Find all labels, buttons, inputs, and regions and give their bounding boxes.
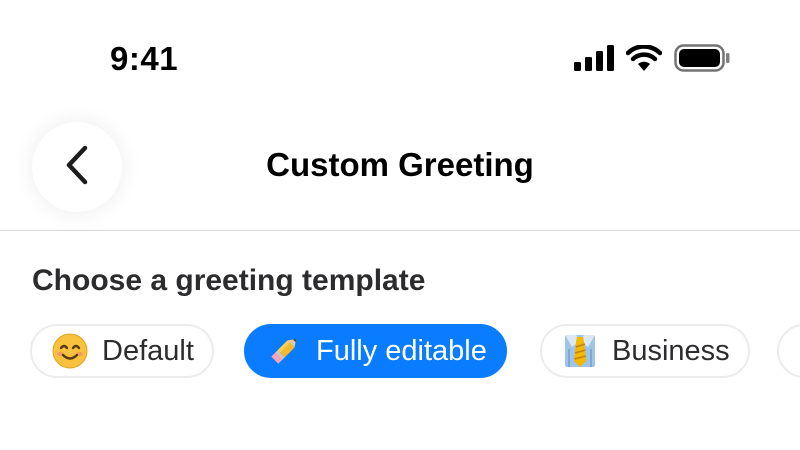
pencil-emoji-icon [266, 333, 302, 369]
header-divider [0, 230, 800, 231]
page-title: Custom Greeting [266, 146, 534, 183]
section-label: Choose a greeting template [32, 264, 426, 297]
signal-icon [574, 45, 614, 71]
necktie-emoji-icon [562, 333, 598, 369]
status-icons [574, 44, 730, 72]
template-chip-label: Business [612, 334, 730, 367]
smiling-face-emoji-icon [52, 333, 88, 369]
template-chip-label: Fully editable [316, 334, 487, 367]
template-chips: Default Fully editable Business [0, 324, 800, 380]
wifi-icon [626, 45, 662, 71]
template-chip-fully-editable[interactable]: Fully editable [244, 324, 507, 378]
status-time: 9:41 [110, 40, 179, 77]
template-chip-label: Default [102, 334, 194, 367]
custom-greeting-screen: 9:41 Custom Greeting Choose a greeting t… [0, 0, 800, 450]
template-chip-business[interactable]: Business [540, 324, 750, 378]
template-chip-more[interactable] [777, 324, 800, 378]
battery-icon [674, 44, 730, 72]
template-chip-default[interactable]: Default [30, 324, 214, 378]
